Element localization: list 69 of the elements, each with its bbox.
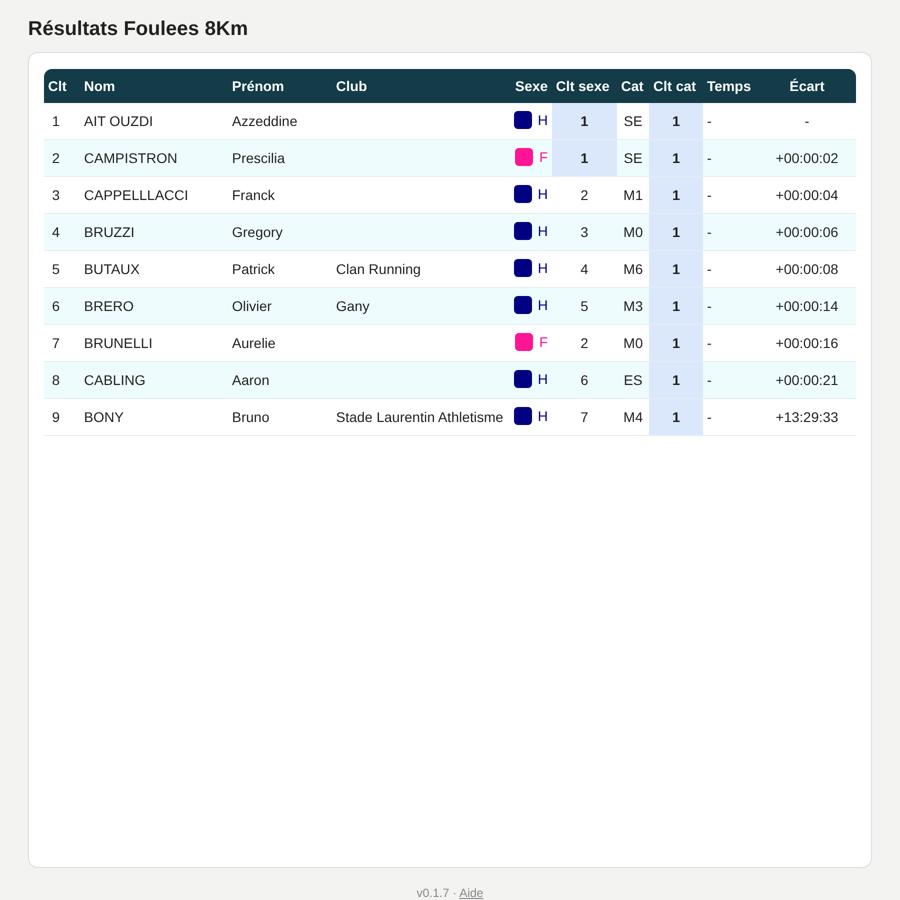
column-header: Temps bbox=[702, 69, 758, 103]
table-cell: 3 bbox=[552, 214, 617, 250]
table-cell: 1 bbox=[649, 214, 703, 250]
table-cell: - bbox=[702, 214, 758, 250]
table-cell: H bbox=[538, 296, 548, 312]
table-cell: H bbox=[538, 370, 548, 386]
table-cell: CAMPISTRON bbox=[80, 140, 228, 176]
table-cell: BONY bbox=[80, 398, 228, 436]
table-cell: 1 bbox=[649, 250, 703, 288]
table-cell: 1 bbox=[552, 140, 617, 176]
table-cell: ES bbox=[617, 362, 650, 398]
table-cell: Stade Laurentin Athletisme bbox=[336, 409, 504, 425]
column-header: Club bbox=[332, 69, 508, 103]
table-cell: 9 bbox=[44, 398, 80, 436]
table-cell: 1 bbox=[649, 140, 703, 176]
column-header: Écart bbox=[758, 69, 856, 103]
table-cell: BRUZZI bbox=[80, 214, 228, 250]
table-cell: - bbox=[702, 362, 758, 398]
table-cell: 7 bbox=[552, 398, 617, 436]
table-cell: 1 bbox=[649, 288, 703, 324]
table-cell: 6 bbox=[552, 362, 617, 398]
column-header: Sexe bbox=[507, 69, 552, 103]
table-cell: 1 bbox=[649, 398, 703, 436]
table-cell: +00:00:14 bbox=[758, 288, 856, 324]
table-cell: 5 bbox=[552, 288, 617, 324]
table-cell: +00:00:06 bbox=[758, 214, 856, 250]
column-header: Prénom bbox=[228, 69, 332, 103]
table-cell: 1 bbox=[649, 103, 703, 140]
table-cell: 8 bbox=[44, 362, 80, 398]
table-cell: Clan Running bbox=[336, 261, 421, 277]
table-cell: H bbox=[538, 112, 548, 128]
column-header: Nom bbox=[80, 69, 228, 103]
column-header: Clt cat bbox=[649, 69, 703, 103]
table-cell: Prescilia bbox=[228, 140, 332, 176]
table-cell: H bbox=[538, 408, 548, 424]
page-title: Résultats Foulees 8Km bbox=[28, 17, 250, 42]
column-header: Cat bbox=[617, 69, 650, 103]
table-cell: - bbox=[702, 288, 758, 324]
table-cell: M0 bbox=[617, 214, 650, 250]
column-header: Clt bbox=[44, 69, 80, 103]
table-cell: Gregory bbox=[228, 214, 332, 250]
table-cell: H bbox=[538, 260, 548, 276]
table-cell: Aaron bbox=[228, 362, 332, 398]
table-cell: 4 bbox=[44, 214, 80, 250]
table-cell: SE bbox=[617, 140, 650, 176]
help-link[interactable]: Aide bbox=[459, 886, 484, 900]
table-cell: F bbox=[539, 148, 548, 164]
table-cell: +13:29:33 bbox=[758, 398, 856, 436]
table-cell: 1 bbox=[649, 176, 703, 214]
version-label: v0.1.7 · bbox=[416, 886, 457, 900]
table-cell: Gany bbox=[336, 298, 370, 314]
table-cell: 6 bbox=[44, 288, 80, 324]
table-cell: BRERO bbox=[80, 288, 228, 324]
table-cell: 1 bbox=[649, 362, 703, 398]
table-cell: +00:00:02 bbox=[758, 140, 856, 176]
table-cell: - bbox=[702, 140, 758, 176]
table-cell: F bbox=[539, 334, 548, 350]
table-cell: - bbox=[702, 398, 758, 436]
table-cell: Bruno bbox=[228, 398, 332, 436]
table-cell: M3 bbox=[617, 288, 650, 324]
table-cell: 1 bbox=[649, 324, 703, 362]
table-cell: 2 bbox=[44, 140, 80, 176]
table-cell: CABLING bbox=[80, 362, 228, 398]
table-cell: H bbox=[538, 186, 548, 202]
table-cell: +00:00:21 bbox=[758, 362, 856, 398]
table-cell: H bbox=[538, 222, 548, 238]
column-header: Clt sexe bbox=[552, 69, 617, 103]
table-cell: 1 bbox=[552, 103, 617, 140]
table-cell: Olivier bbox=[228, 288, 332, 324]
